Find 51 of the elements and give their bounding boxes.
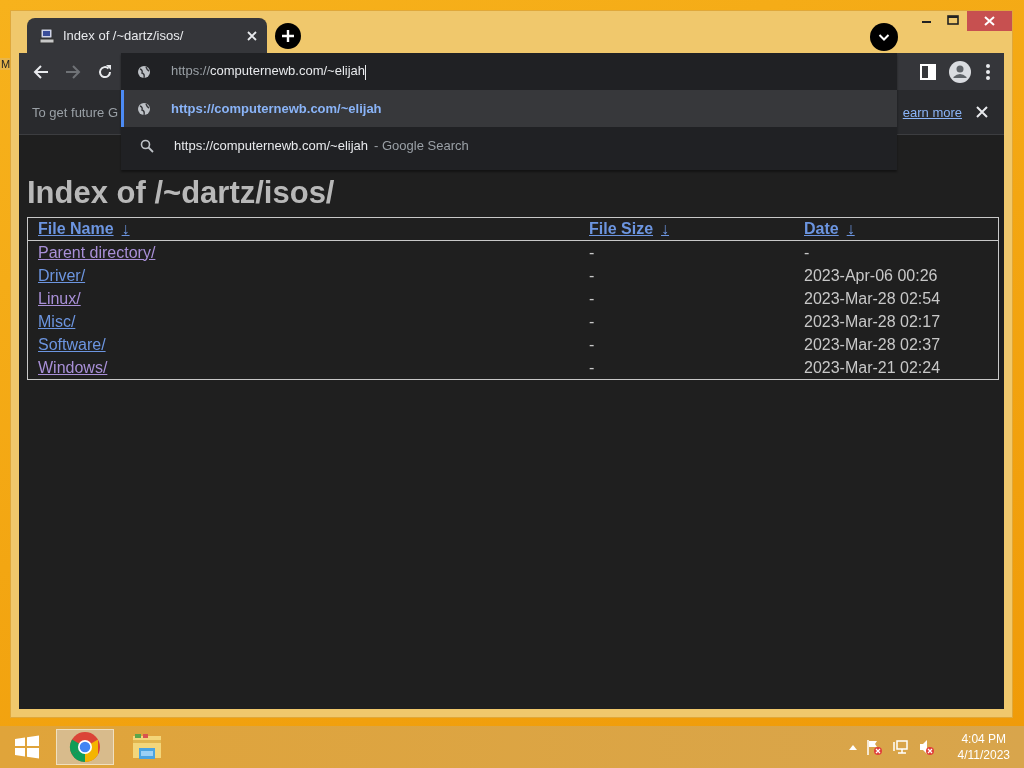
column-header-link[interactable]: File Size: [589, 220, 654, 237]
clock-time: 4:04 PM: [961, 731, 1007, 747]
tab-title: Index of /~dartz/isos/: [63, 28, 185, 43]
directory-link[interactable]: Software/: [38, 335, 106, 353]
file-size: -: [589, 289, 595, 307]
close-button[interactable]: [967, 11, 1012, 31]
speaker-icon[interactable]: [917, 739, 936, 755]
close-icon[interactable]: [247, 30, 257, 41]
globe-icon: [137, 101, 151, 116]
back-icon: [33, 63, 49, 80]
tab-search-button[interactable]: [870, 23, 898, 51]
reload-icon: [97, 63, 113, 80]
suggestion-item[interactable]: https://computernewb.com/~elijah: [121, 90, 897, 127]
file-size: -: [589, 312, 595, 330]
plus-icon: [281, 29, 295, 43]
directory-link[interactable]: Linux/: [38, 289, 81, 307]
directory-link[interactable]: Parent directory/: [38, 243, 156, 261]
search-icon: [140, 138, 154, 153]
folder-icon: [131, 732, 163, 762]
computer-icon: [39, 27, 55, 44]
file-date: 2023-Mar-28 02:17: [804, 312, 941, 330]
column-header-link[interactable]: Date: [804, 220, 839, 237]
sort-arrow[interactable]: ↓: [121, 220, 130, 237]
browser-icon: [69, 731, 101, 763]
globe-icon: [137, 64, 151, 79]
file-size: -: [589, 358, 595, 376]
file-date: 2023-Mar-28 02:37: [804, 335, 941, 353]
page-heading: Index of /~dartz/isos/: [27, 175, 335, 211]
learn-more-link[interactable]: earn more: [902, 104, 962, 120]
file-date: -: [804, 243, 810, 261]
file-size: -: [589, 335, 595, 353]
file-size: -: [589, 243, 595, 261]
forward-icon: [65, 63, 81, 80]
browser-tab[interactable]: Index of /~dartz/isos/: [27, 18, 267, 53]
sort-arrow[interactable]: ↓: [661, 220, 670, 237]
file-date: 2023-Mar-28 02:54: [804, 289, 941, 307]
column-header-link[interactable]: File Name: [38, 220, 114, 237]
file-date: 2023-Apr-06 00:26: [804, 266, 938, 284]
sort-arrow[interactable]: ↓: [846, 220, 855, 237]
directory-link[interactable]: Misc/: [38, 312, 76, 330]
suggestion-item[interactable]: https://computernewb.com/~elijah - Google Search: [121, 127, 897, 164]
new-tab-button[interactable]: [275, 23, 301, 49]
info-text: To get future G: [32, 104, 118, 120]
clock-date: 4/11/2023: [957, 747, 1010, 763]
browser-taskbar-button[interactable]: [56, 729, 114, 765]
file-date: 2023-Mar-21 02:24: [804, 358, 941, 376]
flag-icon[interactable]: [865, 739, 884, 755]
directory-link[interactable]: Driver/: [38, 266, 86, 284]
close-icon[interactable]: [976, 106, 988, 118]
file-size: -: [589, 266, 595, 284]
directory-link[interactable]: Windows/: [38, 358, 108, 376]
